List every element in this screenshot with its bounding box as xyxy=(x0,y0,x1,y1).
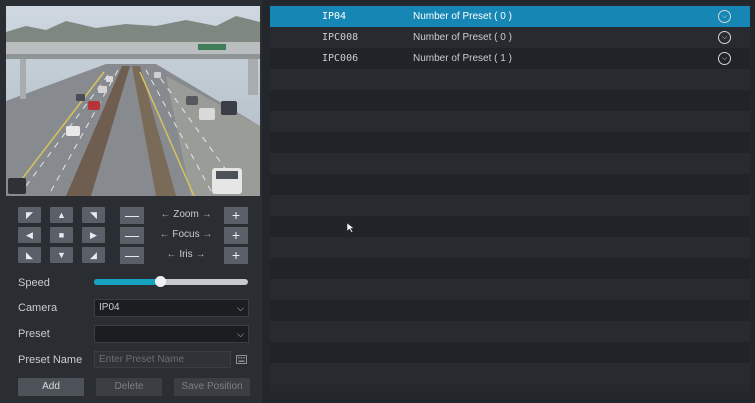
speed-slider-handle[interactable] xyxy=(155,276,166,287)
iris-label: Iris xyxy=(179,249,193,260)
speed-label: Speed xyxy=(18,277,50,289)
preset-count: Number of Preset ( 0 ) xyxy=(413,32,512,43)
camera-preset-list: IP04 Number of Preset ( 0 ) ⌵ IPC008 Number … xyxy=(270,4,750,392)
plus-icon: + xyxy=(231,207,241,223)
mouse-cursor-icon xyxy=(347,223,355,233)
zoom-control-label: ← Zoom → xyxy=(142,209,230,220)
camera-row[interactable]: IP04 Number of Preset ( 0 ) ⌵ xyxy=(270,6,750,27)
arrow-right-icon: → xyxy=(202,229,213,240)
list-row-background xyxy=(270,132,750,153)
pan-down-right-button[interactable]: ◢ xyxy=(82,247,105,263)
arrow-left-icon: ← xyxy=(160,209,171,220)
stop-square-icon: ■ xyxy=(58,229,65,240)
arrow-up-right-icon: ◥ xyxy=(90,209,97,220)
list-row-background xyxy=(270,237,750,258)
delete-button[interactable]: Delete xyxy=(96,378,162,396)
list-row-background xyxy=(270,90,750,111)
arrow-up-left-icon: ◤ xyxy=(26,209,33,220)
focus-near-button[interactable]: — xyxy=(120,227,144,244)
arrow-left-icon: ← xyxy=(166,249,177,260)
chevron-down-circle-icon[interactable]: ⌵ xyxy=(718,52,731,65)
pan-down-left-button[interactable]: ◣ xyxy=(18,247,41,263)
zoom-label: Zoom xyxy=(173,209,199,220)
tilt-down-button[interactable]: ▼ xyxy=(50,247,73,263)
speed-slider[interactable] xyxy=(94,276,248,287)
chevron-down-icon: ⌵ xyxy=(237,329,244,339)
tilt-up-button[interactable]: ▲ xyxy=(50,207,73,223)
chevron-down-icon: ⌵ xyxy=(237,303,244,313)
arrow-down-left-icon: ◣ xyxy=(26,249,33,260)
pan-right-button[interactable]: ▶ xyxy=(82,227,105,243)
preset-label: Preset xyxy=(18,328,50,340)
camera-label: Camera xyxy=(18,302,58,314)
minus-icon: — xyxy=(125,247,139,263)
preset-count: Number of Preset ( 0 ) xyxy=(413,11,512,22)
highway-camera-image xyxy=(6,6,260,196)
plus-icon: + xyxy=(231,227,241,243)
camera-row[interactable]: IPC008 Number of Preset ( 0 ) ⌵ xyxy=(270,27,750,48)
pan-up-right-button[interactable]: ◥ xyxy=(82,207,105,223)
list-row-background xyxy=(270,321,750,342)
arrow-right-icon: → xyxy=(195,249,206,260)
focus-far-button[interactable]: + xyxy=(224,227,248,244)
speed-slider-fill xyxy=(94,279,160,285)
ptz-control-panel: ◤ ▲ ◥ ◀ ■ ▶ ◣ ▼ ◢ — ← Zoom → + — ← Focus… xyxy=(0,0,262,403)
camera-select[interactable]: IP04 ⌵ xyxy=(94,299,249,317)
zoom-in-button[interactable]: + xyxy=(224,207,248,224)
preset-name-input[interactable] xyxy=(94,351,231,368)
add-button[interactable]: Add xyxy=(18,378,84,396)
camera-name: IPC006 xyxy=(322,53,359,64)
list-row-background xyxy=(270,153,750,174)
preset-select[interactable]: ⌵ xyxy=(94,325,249,343)
chevron-down-circle-icon[interactable]: ⌵ xyxy=(718,31,731,44)
list-row-background xyxy=(270,342,750,363)
list-row-background xyxy=(270,363,750,384)
iris-control-label: ← Iris → xyxy=(142,249,230,260)
iris-open-button[interactable]: + xyxy=(224,247,248,264)
arrow-down-icon: ▼ xyxy=(57,249,66,260)
plus-icon: + xyxy=(231,247,241,263)
minus-icon: — xyxy=(125,227,139,243)
list-row-background xyxy=(270,111,750,132)
minus-icon: — xyxy=(125,207,139,223)
arrow-right-icon: → xyxy=(201,209,212,220)
list-row-background xyxy=(270,174,750,195)
list-row-background xyxy=(270,258,750,279)
arrow-up-icon: ▲ xyxy=(57,209,66,220)
arrow-left-icon: ← xyxy=(159,229,170,240)
zoom-out-button[interactable]: — xyxy=(120,207,144,224)
list-row-background xyxy=(270,300,750,321)
ptz-stop-button[interactable]: ■ xyxy=(50,227,73,243)
pan-left-button[interactable]: ◀ xyxy=(18,227,41,243)
focus-control-label: ← Focus → xyxy=(142,229,230,240)
arrow-left-icon: ◀ xyxy=(26,229,33,240)
preset-count: Number of Preset ( 1 ) xyxy=(413,53,512,64)
list-row-background xyxy=(270,69,750,90)
list-row-background xyxy=(270,216,750,237)
camera-select-value: IP04 xyxy=(99,302,120,313)
live-video-view xyxy=(6,6,260,196)
pan-up-left-button[interactable]: ◤ xyxy=(18,207,41,223)
save-position-button[interactable]: Save Position xyxy=(174,378,250,396)
camera-row[interactable]: IPC006 Number of Preset ( 1 ) ⌵ xyxy=(270,48,750,69)
arrow-right-icon: ▶ xyxy=(90,229,97,240)
chevron-down-circle-icon[interactable]: ⌵ xyxy=(718,10,731,23)
keyboard-icon[interactable] xyxy=(236,355,247,364)
list-row-background xyxy=(270,279,750,300)
camera-name: IPC008 xyxy=(322,32,359,43)
focus-label: Focus xyxy=(172,229,200,240)
list-row-background xyxy=(270,195,750,216)
preset-name-label: Preset Name xyxy=(18,354,83,366)
arrow-down-right-icon: ◢ xyxy=(90,249,97,260)
camera-name: IP04 xyxy=(322,11,347,22)
iris-close-button[interactable]: — xyxy=(120,247,144,264)
